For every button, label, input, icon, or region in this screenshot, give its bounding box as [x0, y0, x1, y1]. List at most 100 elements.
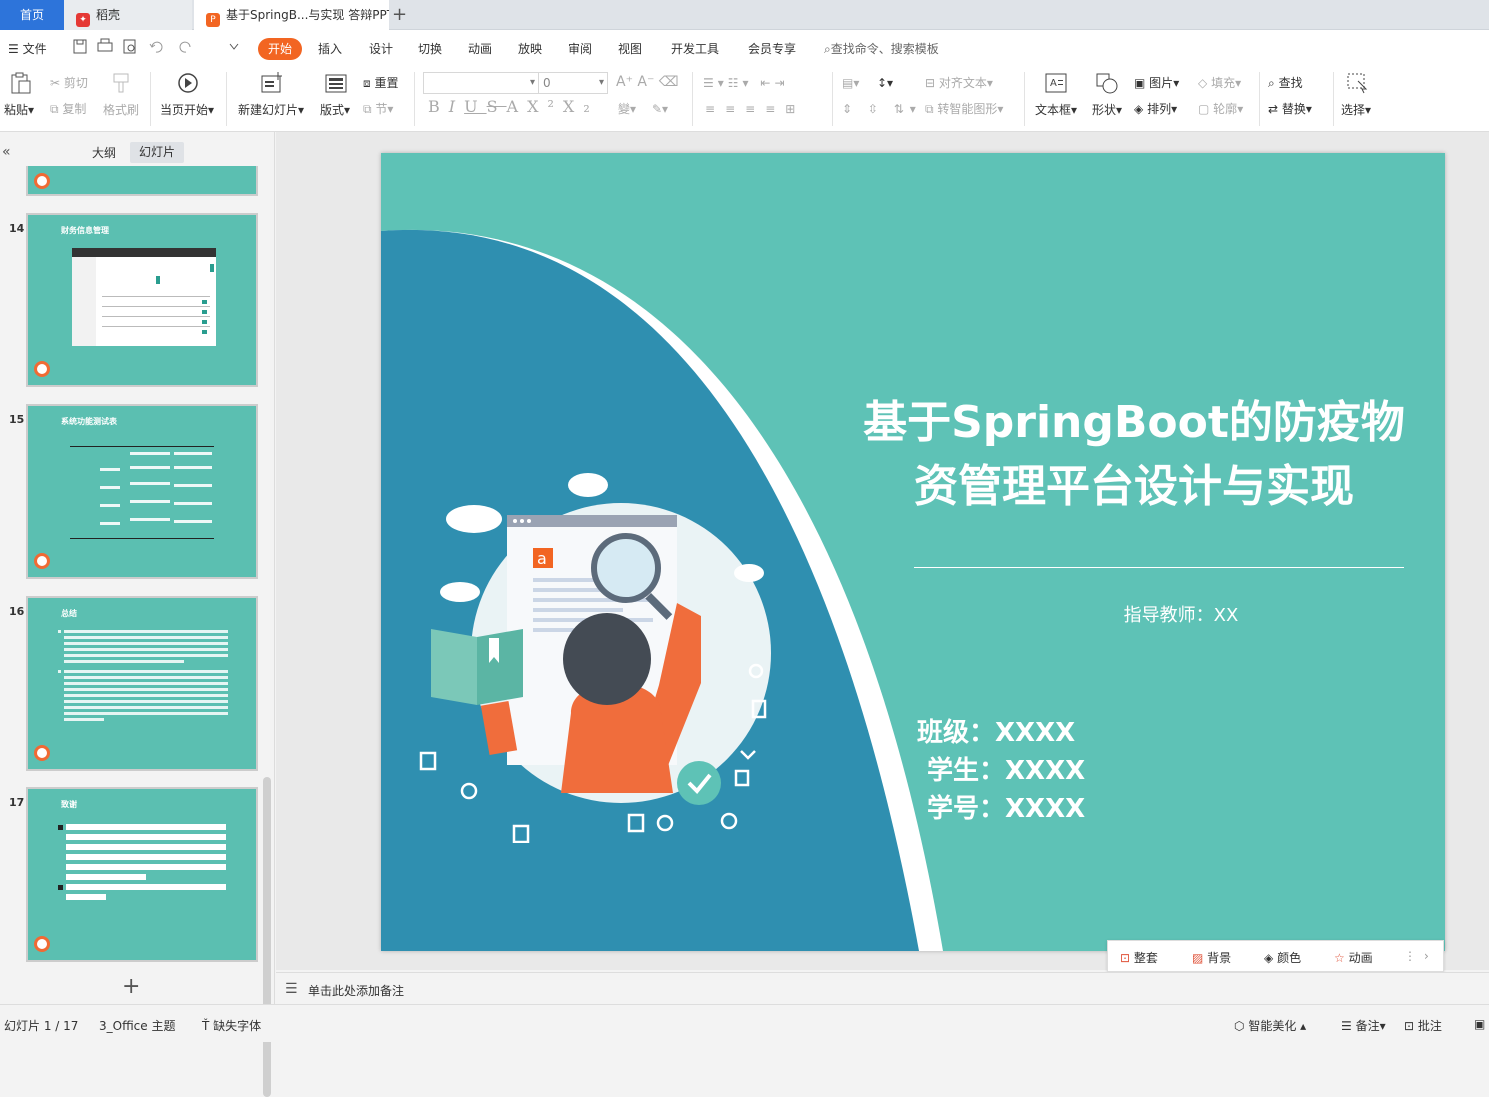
full-set-button[interactable]: ⊡ 整套 — [1120, 949, 1158, 966]
replace-button[interactable]: ⇄ 替换▾ — [1268, 101, 1312, 117]
italic-icon[interactable]: I — [449, 97, 464, 116]
find-button[interactable]: ⌕ 查找 — [1268, 75, 1303, 91]
section-button[interactable]: ⧉ 节▾ — [363, 101, 393, 117]
quick-access-toolbar-icons[interactable] — [72, 38, 242, 56]
increase-font-icon[interactable]: A⁺ — [616, 74, 633, 90]
superscript-icon[interactable]: X² — [527, 97, 563, 116]
distribute-icon[interactable]: ⊞ — [785, 102, 805, 116]
thumbnail-scrollbar[interactable] — [263, 777, 271, 1097]
slide-thumbnail-partial[interactable] — [26, 166, 258, 196]
missing-font-button[interactable]: Ť 缺失字体 — [202, 1017, 261, 1034]
menu-animation[interactable]: 动画 — [468, 38, 492, 60]
notes-toggle-button[interactable]: ☰ 备注▾ — [1341, 1017, 1386, 1034]
advisor-text[interactable]: 指导教师：XX — [851, 601, 1445, 627]
slide-thumbnail-14[interactable]: 财务信息管理 — [26, 213, 258, 387]
paste-button[interactable]: 粘贴▾ — [4, 102, 34, 118]
student-info[interactable]: 学生：XXXX — [927, 750, 1085, 787]
more-options-icon[interactable]: ⋮ — [1404, 949, 1416, 963]
shape-button[interactable]: 形状▾ — [1092, 102, 1122, 118]
class-info[interactable]: 班级：XXXX — [917, 712, 1075, 749]
tab-home-label: 首页 — [19, 8, 44, 22]
font-color-icon[interactable]: A — [507, 97, 528, 116]
ribbon-toolbar: 粘贴▾ ✂ 剪切 ⧉ 复制 格式刷 当页开始▾ 新建幻灯片▾ 版式▾ ⧈ 重置 … — [0, 66, 1489, 132]
numbered-list-icon[interactable]: ☷▾ — [728, 76, 753, 90]
theme-name[interactable]: 3_Office 主题 — [99, 1017, 175, 1034]
justify-icon[interactable]: ≡ — [765, 102, 785, 116]
text-direction-icon[interactable]: ▤▾ — [842, 75, 859, 91]
line-spacing-icon[interactable]: ↕▾ — [877, 75, 893, 91]
outline-button[interactable]: ▢ 轮廓▾ — [1198, 101, 1243, 117]
highlight-icon[interactable]: ✎▾ — [652, 101, 668, 117]
slide-title-line-1[interactable]: 基于SpringBoot的防疫物 — [851, 391, 1417, 455]
chevron-right-icon[interactable]: › — [1424, 949, 1429, 963]
smart-art-button[interactable]: ⧉ 转智能图形▾ — [925, 101, 1003, 117]
slide-title-line-2[interactable]: 资管理平台设计与实现 — [851, 455, 1417, 519]
decrease-font-icon[interactable]: A⁻ — [637, 74, 654, 90]
format-painter-button[interactable]: 格式刷 — [103, 102, 139, 118]
beautify-icon: ⬡ — [1234, 1019, 1245, 1033]
select-button[interactable]: 选择▾ — [1341, 102, 1371, 118]
menu-design[interactable]: 设计 — [369, 38, 393, 60]
comment-button[interactable]: ⊡ 批注 — [1404, 1017, 1442, 1034]
menu-insert[interactable]: 插入 — [318, 38, 342, 60]
textbox-button[interactable]: 文本框▾ — [1035, 102, 1077, 118]
arrange-button[interactable]: ◈ 排列▾ — [1134, 101, 1177, 117]
copy-button[interactable]: ⧉ 复制 — [50, 101, 86, 117]
slides-view-tab[interactable]: 幻灯片 — [130, 142, 184, 163]
strikethrough-icon[interactable]: S — [487, 97, 507, 116]
slide-thumbnail-17[interactable]: 致谢 — [26, 787, 258, 962]
fill-button[interactable]: ◇ 填充▾ — [1198, 75, 1241, 91]
align-center-icon[interactable]: ≡ — [725, 102, 745, 116]
reset-button[interactable]: ⧈ 重置 — [363, 75, 398, 91]
outline-view-tab[interactable]: 大纲 — [92, 144, 116, 161]
tab-home[interactable]: 首页 — [0, 0, 64, 30]
slide-thumbnail-16[interactable]: 总结 — [26, 596, 258, 771]
animation-button[interactable]: ☆ 动画 — [1334, 949, 1373, 966]
align-left-icon[interactable]: ≡ — [705, 102, 725, 116]
paragraph-spacing-icons[interactable]: ⇕ ⇳ ⇅▾ — [842, 101, 922, 117]
replace-label: 替换 — [1281, 102, 1306, 116]
current-slide[interactable]: a 基于SpringBoot的防疫物 资管理平台设计与实现 指导教师：XX 班级… — [381, 153, 1445, 951]
add-slide-button[interactable]: + — [122, 974, 140, 999]
quick-access-icons[interactable] — [72, 38, 242, 60]
font-size-controls[interactable]: A⁺ A⁻ ⌫ — [616, 74, 679, 90]
font-family-select[interactable] — [423, 72, 539, 94]
student-id-info[interactable]: 学号：XXXX — [927, 788, 1085, 825]
tab-daoke[interactable]: ✦ 稻壳 — [64, 0, 192, 30]
menu-review[interactable]: 审阅 — [568, 38, 592, 60]
layout-button[interactable]: 版式▾ — [320, 102, 350, 118]
command-search[interactable]: ⌕查找命令、搜索模板 — [824, 38, 939, 60]
smart-beautify-button[interactable]: ⬡ 智能美化 ▴ — [1234, 1017, 1306, 1034]
notes-placeholder[interactable]: 单击此处添加备注 — [308, 982, 404, 999]
color-button[interactable]: ◈ 颜色 — [1264, 949, 1301, 966]
file-menu[interactable]: ☰ 文件 — [8, 38, 47, 60]
slide-thumbnail-15[interactable]: 系统功能测试表 — [26, 404, 258, 579]
tab-document[interactable]: P 基于SpringB...与实现 答辩PPT — [194, 0, 389, 30]
menu-developer[interactable]: 开发工具 — [671, 38, 719, 60]
new-tab-button[interactable]: + — [392, 2, 407, 28]
align-right-icon[interactable]: ≡ — [745, 102, 765, 116]
pinyin-icon[interactable]: 變▾ — [618, 101, 636, 117]
play-from-current-button[interactable]: 当页开始▾ — [160, 102, 214, 118]
bold-icon[interactable]: B — [428, 97, 449, 116]
align-text-button[interactable]: ⊟ 对齐文本▾ — [925, 75, 993, 91]
bullet-list-icon[interactable]: ☰▾ — [703, 76, 728, 90]
menu-member[interactable]: 会员专享 — [748, 38, 796, 60]
menu-slideshow[interactable]: 放映 — [518, 38, 542, 60]
menu-transition[interactable]: 切换 — [418, 38, 442, 60]
cut-button[interactable]: ✂ 剪切 — [50, 75, 88, 91]
picture-button[interactable]: ▣ 图片▾ — [1134, 75, 1179, 91]
background-button[interactable]: ▨ 背景 — [1192, 949, 1231, 966]
increase-indent-icon[interactable]: ⇥ — [774, 76, 788, 90]
clear-format-icon[interactable]: ⌫ — [659, 74, 679, 90]
collapse-panel-icon[interactable]: « — [2, 144, 11, 160]
font-size-select[interactable]: 0 — [538, 72, 608, 94]
menu-start[interactable]: 开始 — [258, 38, 303, 60]
subscript-icon[interactable]: X₂ — [563, 97, 599, 116]
notes-pane[interactable]: ☰ 单击此处添加备注 — [276, 972, 1489, 1004]
decrease-indent-icon[interactable]: ⇤ — [760, 76, 774, 90]
new-slide-button[interactable]: 新建幻灯片▾ — [238, 102, 304, 118]
underline-icon[interactable]: U — [464, 97, 486, 116]
normal-view-icon[interactable]: ▣ — [1474, 1017, 1485, 1031]
menu-view[interactable]: 视图 — [618, 38, 642, 60]
